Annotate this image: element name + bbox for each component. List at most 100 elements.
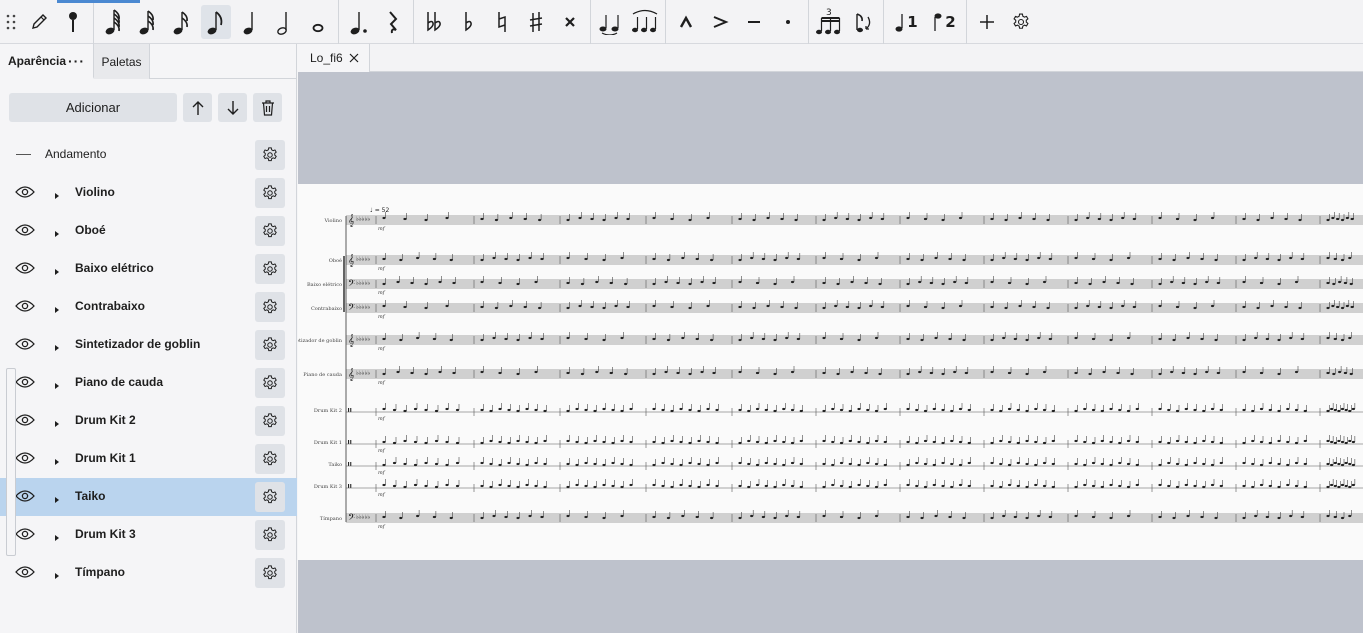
note-head[interactable] xyxy=(738,258,742,262)
note-head[interactable] xyxy=(967,441,971,445)
note-head[interactable] xyxy=(700,280,704,284)
note-head[interactable] xyxy=(848,439,852,443)
note-head[interactable] xyxy=(1025,516,1029,520)
note-head[interactable] xyxy=(1336,217,1340,221)
note-head[interactable] xyxy=(1254,336,1258,340)
note-head[interactable] xyxy=(1348,485,1352,489)
visibility-eye-icon[interactable] xyxy=(15,223,35,239)
note-head[interactable] xyxy=(1051,485,1055,489)
note-head[interactable] xyxy=(1007,440,1012,444)
note-head[interactable] xyxy=(990,484,994,488)
flip-direction-icon[interactable] xyxy=(848,5,878,39)
note-head[interactable] xyxy=(920,338,924,342)
note-head[interactable] xyxy=(1135,463,1139,467)
note-head[interactable] xyxy=(1259,483,1264,487)
note-head[interactable] xyxy=(1100,409,1104,413)
note-head[interactable] xyxy=(666,516,670,520)
note-head[interactable] xyxy=(504,337,508,341)
note-head[interactable] xyxy=(602,338,606,342)
note-head[interactable] xyxy=(1333,484,1337,488)
note-head[interactable] xyxy=(652,440,656,444)
note-head[interactable] xyxy=(1344,461,1348,465)
note-head[interactable] xyxy=(839,408,844,412)
note-head[interactable] xyxy=(566,336,570,340)
note-head[interactable] xyxy=(399,258,403,262)
note-head[interactable] xyxy=(595,280,599,284)
note-head[interactable] xyxy=(929,281,933,285)
note-head[interactable] xyxy=(629,483,633,487)
note-head[interactable] xyxy=(1046,218,1050,222)
note-head[interactable] xyxy=(1268,408,1272,412)
note-head[interactable] xyxy=(1193,484,1197,488)
note-head[interactable] xyxy=(1242,441,1246,445)
note-head[interactable] xyxy=(750,256,754,260)
note-head[interactable] xyxy=(1007,371,1012,375)
note-head[interactable] xyxy=(543,485,547,489)
note-head[interactable] xyxy=(1256,218,1260,222)
note-head[interactable] xyxy=(964,281,968,285)
note-head[interactable] xyxy=(1259,440,1264,444)
instrument-row[interactable]: Tímpano xyxy=(0,554,297,592)
instrument-row[interactable]: Contrabaixo xyxy=(0,288,297,326)
note-head[interactable] xyxy=(382,337,386,341)
note-head[interactable] xyxy=(915,408,919,412)
note-head[interactable] xyxy=(967,461,971,465)
note-head[interactable] xyxy=(507,408,511,412)
note-head[interactable] xyxy=(752,306,756,310)
note-head[interactable] xyxy=(424,484,428,488)
note-head[interactable] xyxy=(1118,461,1122,465)
note-head[interactable] xyxy=(1330,483,1334,487)
note-head[interactable] xyxy=(1051,462,1055,466)
note-head[interactable] xyxy=(1051,409,1055,413)
note-head[interactable] xyxy=(540,515,544,519)
note-head[interactable] xyxy=(857,463,861,467)
note-head[interactable] xyxy=(738,441,742,445)
note-head[interactable] xyxy=(1158,372,1162,376)
note-head[interactable] xyxy=(1326,439,1330,443)
note-head[interactable] xyxy=(822,485,826,489)
note-head[interactable] xyxy=(1210,407,1215,411)
note-head[interactable] xyxy=(1083,407,1087,411)
note-head[interactable] xyxy=(831,440,835,444)
note-head[interactable] xyxy=(834,216,838,220)
note-head[interactable] xyxy=(620,409,624,413)
note-head[interactable] xyxy=(880,217,884,221)
note-head[interactable] xyxy=(688,282,692,286)
note-head[interactable] xyxy=(941,372,945,376)
note-head[interactable] xyxy=(1350,305,1354,309)
instrument-row[interactable]: Piano de cauda xyxy=(0,364,297,402)
note-head[interactable] xyxy=(1242,516,1246,520)
note-head[interactable] xyxy=(1158,257,1162,261)
note-head[interactable] xyxy=(538,218,542,222)
note-head[interactable] xyxy=(1326,336,1330,340)
note-head[interactable] xyxy=(761,337,765,341)
note-head[interactable] xyxy=(883,440,887,444)
note-head[interactable] xyxy=(999,462,1003,466)
add-button[interactable]: Adicionar xyxy=(9,93,177,122)
note-head[interactable] xyxy=(990,516,994,520)
note-head[interactable] xyxy=(480,217,484,221)
note-head[interactable] xyxy=(399,516,403,520)
note-head[interactable] xyxy=(999,485,1003,489)
note-head[interactable] xyxy=(1348,439,1352,443)
note-head[interactable] xyxy=(1326,462,1330,466)
note-head[interactable] xyxy=(906,372,910,376)
note-head[interactable] xyxy=(666,258,670,262)
note-head[interactable] xyxy=(1254,256,1258,260)
note-head[interactable] xyxy=(679,440,683,444)
instrument-settings-button[interactable] xyxy=(255,406,285,436)
note-head[interactable] xyxy=(1336,305,1340,309)
note-head[interactable] xyxy=(626,305,630,309)
note-head[interactable] xyxy=(1331,304,1335,308)
note-head[interactable] xyxy=(1074,439,1078,443)
note-head[interactable] xyxy=(1184,463,1188,467)
note-head[interactable] xyxy=(782,440,786,444)
note-head[interactable] xyxy=(566,218,570,222)
note-head[interactable] xyxy=(1086,216,1090,220)
instrument-row[interactable]: Taiko xyxy=(0,478,297,516)
note-head[interactable] xyxy=(1126,514,1131,518)
note-head[interactable] xyxy=(1034,407,1038,411)
voice-2-icon[interactable]: 2 xyxy=(927,5,961,39)
note-head[interactable] xyxy=(755,483,760,487)
note-head[interactable] xyxy=(543,439,547,443)
